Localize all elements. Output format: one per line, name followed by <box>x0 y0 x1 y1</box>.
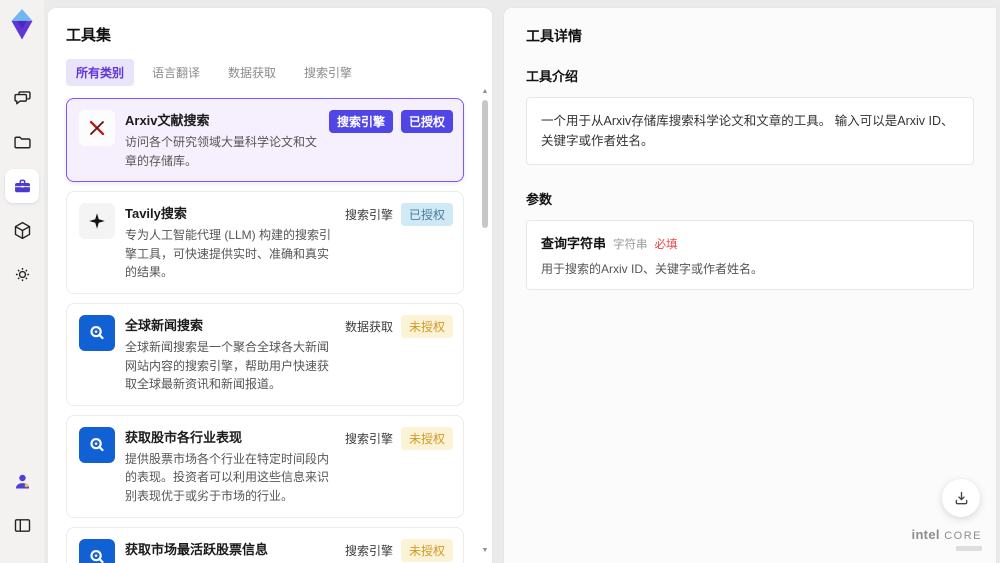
scroll-down-icon[interactable]: ▼ <box>480 547 490 555</box>
category-tag: 数据获取 <box>344 319 393 334</box>
scrollbar[interactable]: ▲ ▼ <box>480 88 490 555</box>
tool-card[interactable]: 全球新闻搜索 全球新闻搜索是一个聚合全球各大新闻网站内容的搜索引擎，帮助用户快速… <box>66 302 464 406</box>
tool-card[interactable]: 获取股市各行业表现 提供股票市场各个行业在特定时间段内的表现。投资者可以利用这些… <box>66 414 464 518</box>
category-tag: 搜索引擎 <box>344 431 393 446</box>
parameter-card: 查询字符串 字符串 必填 用于搜索的Arxiv ID、关键字或作者姓名。 <box>526 220 974 290</box>
tab-1[interactable]: 语言翻译 <box>142 59 210 86</box>
category-tag: 搜索引擎 <box>328 110 393 133</box>
chat-icon[interactable] <box>5 81 39 115</box>
auth-status-badge: 已授权 <box>400 203 453 227</box>
folder-icon[interactable] <box>5 125 39 159</box>
cube-icon[interactable] <box>5 213 39 247</box>
tab-2[interactable]: 数据获取 <box>218 59 286 86</box>
tab-0[interactable]: 所有类别 <box>66 59 135 86</box>
auth-status-badge: 已授权 <box>400 110 453 133</box>
app-logo-icon <box>8 8 36 40</box>
tool-detail-panel: 工具详情 工具介绍 一个用于从Arxiv存储库搜索科学论文和文章的工具。 输入可… <box>504 8 996 563</box>
tool-description: 专为人工智能代理 (LLM) 构建的搜索引擎工具，可快速提供实时、准确和真实的结… <box>125 228 332 280</box>
arxiv-icon <box>79 110 115 146</box>
news-search-icon <box>79 538 115 563</box>
category-tag: 搜索引擎 <box>344 208 393 223</box>
param-type: 字符串 <box>613 239 648 251</box>
tools-panel: 工具集 所有类别 语言翻译 数据获取 搜索引擎 Arxiv文献搜索 访问各个研究领域大… <box>48 8 492 563</box>
left-rail <box>0 0 44 563</box>
collapse-panel-icon[interactable] <box>9 512 35 538</box>
param-name: 查询字符串 <box>541 236 607 251</box>
tool-name: Arxiv文献搜索 <box>125 113 210 128</box>
category-tabs: 所有类别 语言翻译 数据获取 搜索引擎 <box>66 59 480 86</box>
auth-status-badge: 未授权 <box>400 314 453 338</box>
tool-card[interactable]: Arxiv文献搜索 访问各个研究领域大量科学论文和文章的存储库。 搜索引擎 已授… <box>66 98 464 183</box>
tool-card[interactable]: Tavily搜索 专为人工智能代理 (LLM) 构建的搜索引擎工具，可快速提供实… <box>66 191 464 294</box>
news-search-icon <box>79 426 115 463</box>
tool-name: Tavily搜索 <box>125 206 187 222</box>
param-description: 用于搜索的Arxiv ID、关键字或作者姓名。 <box>541 262 764 276</box>
download-button[interactable] <box>942 479 980 517</box>
auth-status-badge: 未授权 <box>400 538 453 562</box>
tools-panel-title: 工具集 <box>66 27 112 44</box>
auth-status-badge: 未授权 <box>400 426 453 450</box>
tool-intro-text: 一个用于从Arxiv存储库搜索科学论文和文章的工具。 输入可以是Arxiv ID… <box>526 97 974 165</box>
scroll-up-icon[interactable]: ▲ <box>480 88 490 96</box>
params-heading: 参数 <box>526 192 553 207</box>
user-icon[interactable] <box>9 468 35 494</box>
intro-heading: 工具介绍 <box>526 69 579 84</box>
category-tag: 搜索引擎 <box>344 543 393 558</box>
toolbox-icon[interactable] <box>5 169 39 203</box>
tool-list: Arxiv文献搜索 访问各个研究领域大量科学论文和文章的存储库。 搜索引擎 已授… <box>66 98 480 563</box>
app-window: 工具集 所有类别 语言翻译 数据获取 搜索引擎 Arxiv文献搜索 访问各个研究领域大… <box>0 0 1000 563</box>
tool-name: 获取市场最活跃股票信息 <box>125 541 269 557</box>
tab-3[interactable]: 搜索引擎 <box>294 59 362 86</box>
settings-icon[interactable] <box>5 257 39 291</box>
param-required-label: 必填 <box>654 239 678 251</box>
news-search-icon <box>79 314 115 351</box>
tool-card[interactable]: 获取市场最活跃股票信息 提供当天交易量最高的股票列表，投资者可以利用这些信息来识… <box>66 526 464 563</box>
sparkle-icon <box>79 203 115 240</box>
intel-core-logo: intel CORE <box>912 527 982 551</box>
detail-panel-title: 工具详情 <box>526 28 582 44</box>
tool-name: 全球新闻搜索 <box>125 317 204 333</box>
scrollbar-thumb[interactable] <box>482 100 488 228</box>
tool-description: 提供股票市场各个行业在特定时间段内的表现。投资者可以利用这些信息来识别表现优于或… <box>125 451 330 503</box>
tool-description: 访问各个研究领域大量科学论文和文章的存储库。 <box>125 135 318 168</box>
tool-description: 全球新闻搜索是一个聚合全球各大新闻网站内容的搜索引擎，帮助用户快速获取全球最新资… <box>125 339 330 392</box>
tool-name: 获取股市各行业表现 <box>125 429 243 445</box>
params-list: 查询字符串 字符串 必填 用于搜索的Arxiv ID、关键字或作者姓名。 <box>526 220 974 290</box>
